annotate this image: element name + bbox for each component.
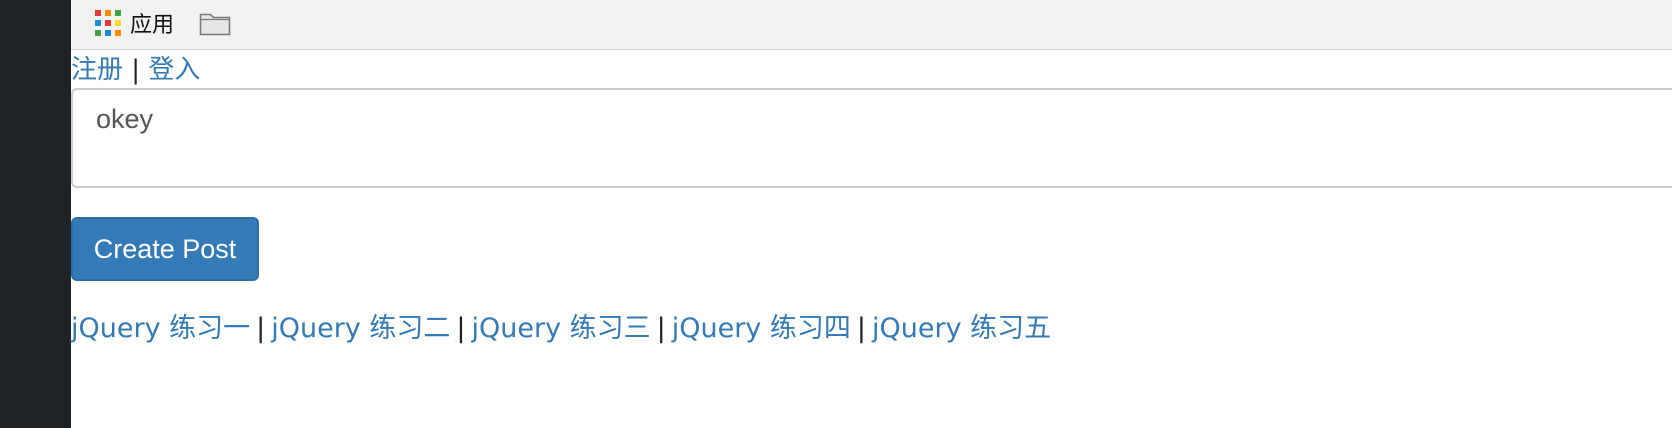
apps-grid-dot xyxy=(115,30,121,36)
link-separator: | xyxy=(456,313,466,344)
apps-bookmark[interactable]: 应用 xyxy=(95,9,175,38)
apps-grid-dot xyxy=(105,30,111,36)
apps-grid-dot xyxy=(95,20,101,26)
apps-grid-dot xyxy=(95,30,101,36)
link-separator: | xyxy=(656,313,666,344)
login-link[interactable]: 登入 xyxy=(148,55,200,85)
jquery-practice-link-1[interactable]: jQuery 练习一 xyxy=(71,313,250,344)
folder-icon[interactable] xyxy=(199,11,231,37)
jquery-practice-link-3[interactable]: jQuery 练习三 xyxy=(472,313,651,344)
jquery-practice-link-4[interactable]: jQuery 练习四 xyxy=(672,313,851,344)
jquery-practice-link-5[interactable]: jQuery 练习五 xyxy=(872,313,1051,344)
post-content-input[interactable] xyxy=(71,88,1672,188)
apps-grid-dot xyxy=(95,10,101,16)
apps-grid-dot xyxy=(115,10,121,16)
jquery-practice-link-2[interactable]: jQuery 练习二 xyxy=(271,313,450,344)
auth-separator: | xyxy=(131,55,141,85)
link-separator: | xyxy=(856,313,866,344)
jquery-practice-links: jQuery 练习一 | jQuery 练习二 | jQuery 练习三 | jQuery … xyxy=(71,312,1051,346)
create-post-button[interactable]: Create Post xyxy=(71,217,259,281)
register-link[interactable]: 注册 xyxy=(71,55,123,85)
apps-grid-dot xyxy=(115,20,121,26)
apps-label: 应用 xyxy=(130,13,175,38)
auth-links: 注册 | 登入 xyxy=(71,54,200,86)
apps-grid-dot xyxy=(105,20,111,26)
link-separator: | xyxy=(256,313,266,344)
bookmarks-bar: 应用 xyxy=(71,0,1672,50)
left-edge-panel xyxy=(0,0,71,428)
apps-grid-icon xyxy=(95,10,121,36)
apps-grid-dot xyxy=(105,10,111,16)
